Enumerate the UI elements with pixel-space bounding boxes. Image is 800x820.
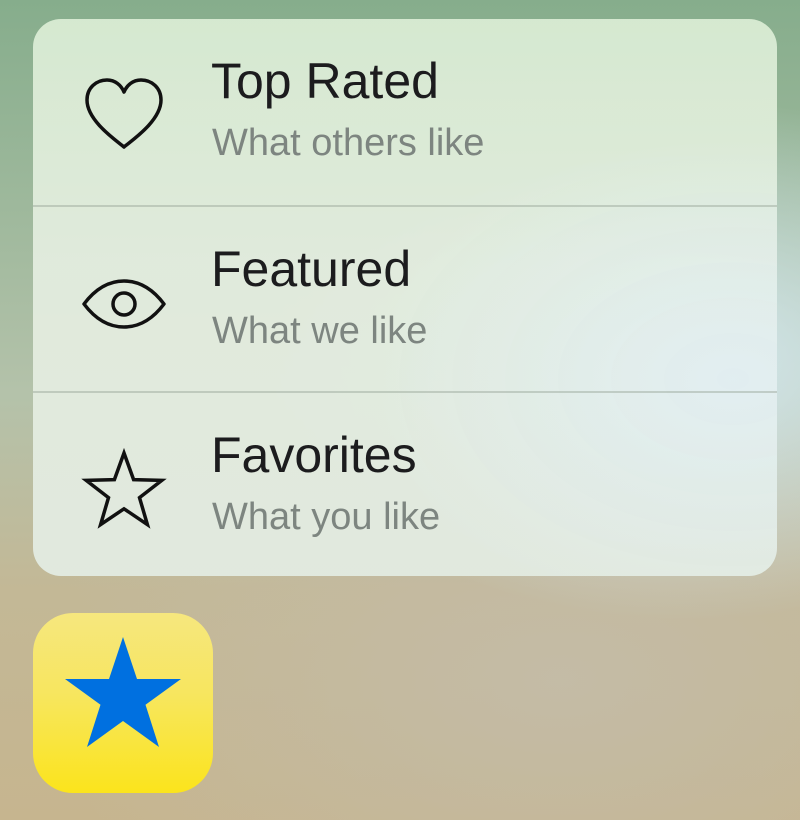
eye-icon	[81, 261, 167, 347]
quick-action-subtitle: What we like	[212, 310, 428, 352]
quick-action-title: Favorites	[211, 427, 417, 483]
quick-actions-menu: Top Rated What others like Featured What…	[33, 19, 777, 576]
star-outline-icon	[81, 447, 167, 533]
quick-action-top-rated[interactable]: Top Rated What others like	[33, 19, 777, 205]
quick-action-favorites[interactable]: Favorites What you like	[33, 391, 777, 576]
star-filled-icon	[65, 637, 181, 747]
quick-action-subtitle: What others like	[212, 122, 485, 164]
quick-action-title: Featured	[211, 241, 412, 297]
heart-icon	[81, 73, 167, 159]
quick-action-subtitle: What you like	[212, 496, 441, 538]
quick-action-title: Top Rated	[211, 53, 439, 109]
app-icon[interactable]	[33, 613, 213, 793]
quick-action-featured[interactable]: Featured What we like	[33, 205, 777, 391]
